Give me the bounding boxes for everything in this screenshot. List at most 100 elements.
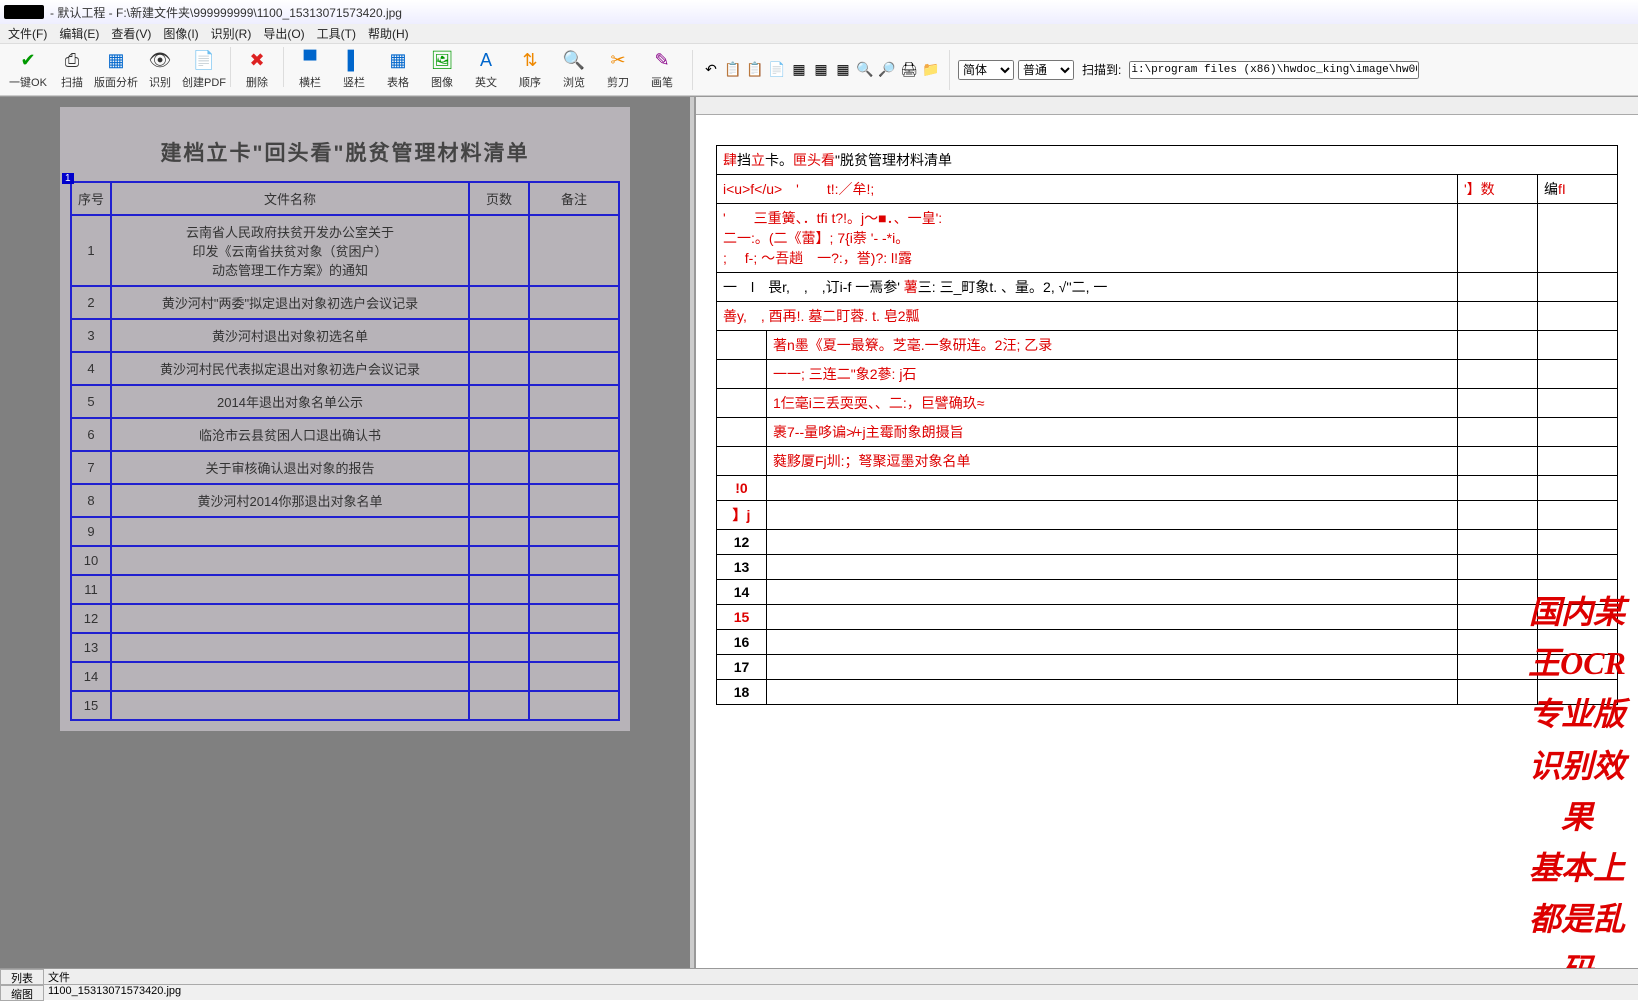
toolbar: ✔一键OK⎙扫描▦版面分析👁识别📄创建PDF✖删除▀横栏▌竖栏▦表格🖼图像A英文… <box>0 44 1638 96</box>
ocr-row-c2: 一 l 畏r, , ,订i-f 一焉参' 薯三: 三_町象t. 、量。2, √'… <box>717 273 1458 302</box>
ocr-num-row: 16 <box>717 630 1618 655</box>
menu-view[interactable]: 查看(V) <box>107 25 155 42</box>
toolbar-识别[interactable]: 👁识别 <box>138 47 182 93</box>
table-row: 4黄沙河村民代表拟定退出对象初选户会议记录 <box>71 352 619 385</box>
th-note: 备注 <box>529 182 619 215</box>
th-pages: 页数 <box>469 182 529 215</box>
识别-icon: 👁 <box>149 50 171 72</box>
ocr-item-row: 裹7--量哆谝≯+j主霉耐象朗摄旨 <box>717 418 1618 447</box>
删除-icon: ✖ <box>246 50 268 72</box>
th-index: 序号 <box>71 182 111 215</box>
small-tool-0[interactable]: ↶ <box>701 60 721 80</box>
toolbar-横栏[interactable]: ▀横栏 <box>288 47 332 93</box>
small-tool-9[interactable]: 🖨 <box>899 60 919 80</box>
toolbar-一键OK[interactable]: ✔一键OK <box>6 47 50 93</box>
scanned-document: 1 建档立卡"回头看"脱贫管理材料清单 序号 文件名称 页数 备注 1云南省人民… <box>60 107 630 731</box>
doc-title: 建档立卡"回头看"脱贫管理材料清单 <box>70 127 620 181</box>
small-tool-1[interactable]: 📋 <box>723 60 743 80</box>
menu-file[interactable]: 文件(F) <box>4 25 51 42</box>
ocr-title: 肆挡立卡。匣头看"脱贫管理材料清单 <box>717 146 1618 175</box>
toolbar-创建PDF[interactable]: 📄创建PDF <box>182 47 226 93</box>
table-row: 52014年退出对象名单公示 <box>71 385 619 418</box>
ocr-num-row: 13 <box>717 555 1618 580</box>
ocr-row-c1: ' 三重簧、．tfi t?!。j～■．、一皇': 二一:。(二《蕾】; 7{i萘… <box>717 204 1458 273</box>
menu-image[interactable]: 图像(I) <box>159 25 202 42</box>
small-tool-2[interactable]: 📋 <box>745 60 765 80</box>
ocr-num-row: 18 <box>717 680 1618 705</box>
ocr-hdr-note: 编fI <box>1538 175 1618 204</box>
ocr-num-row: 17 <box>717 655 1618 680</box>
toolbar-删除[interactable]: ✖删除 <box>235 47 279 93</box>
toolbar-表格[interactable]: ▦表格 <box>376 47 420 93</box>
menu-export[interactable]: 导出(O) <box>259 25 308 42</box>
style-select[interactable]: 普通 <box>1018 60 1074 80</box>
small-tool-5[interactable]: ▦ <box>811 60 831 80</box>
ocr-row-if: i<u>f</u> ' t!:／牟!; <box>717 175 1458 204</box>
menu-bar: 文件(F) 编辑(E) 查看(V) 图像(I) 识别(R) 导出(O) 工具(T… <box>0 24 1638 44</box>
toolbar-剪刀[interactable]: ✂剪刀 <box>596 47 640 93</box>
file-list-item[interactable]: 1100_15313071573420.jpg <box>44 985 1638 1000</box>
th-name: 文件名称 <box>111 182 469 215</box>
title-bar: - 默认工程 - F:\新建文件夹\999999999\1100_1531307… <box>0 0 1638 24</box>
region-marker: 1 <box>62 173 74 184</box>
版面分析-icon: ▦ <box>105 50 127 72</box>
浏览-icon: 🔍 <box>563 50 585 72</box>
right-result-pane[interactable]: 肆挡立卡。匣头看"脱贫管理材料清单 i<u>f</u> ' t!:／牟!; '】… <box>694 97 1638 968</box>
ocr-num-row: !0 <box>717 476 1618 501</box>
toolbar-浏览[interactable]: 🔍浏览 <box>552 47 596 93</box>
toolbar-竖栏[interactable]: ▌竖栏 <box>332 47 376 93</box>
toolbar-版面分析[interactable]: ▦版面分析 <box>94 47 138 93</box>
ocr-item-row: 著n墨《夏一最簝。芝毫.一象研连。2汪; 乙录 <box>717 331 1618 360</box>
横栏-icon: ▀ <box>299 50 321 72</box>
small-tool-10[interactable]: 📁 <box>921 60 941 80</box>
font-select[interactable]: 简体 <box>958 60 1014 80</box>
bottom-panel: 列表 缩图 文件 1100_15313071573420.jpg <box>0 968 1638 1000</box>
ocr-result-table: 肆挡立卡。匣头看"脱贫管理材料清单 i<u>f</u> ' t!:／牟!; '】… <box>716 145 1618 705</box>
table-row: 15 <box>71 691 619 720</box>
small-tool-3[interactable]: 📄 <box>767 60 787 80</box>
ocr-item-row: 一一; 三连二"象2蔘: j石 <box>717 360 1618 389</box>
表格-icon: ▦ <box>387 50 409 72</box>
toolbar-画笔[interactable]: ✎画笔 <box>640 47 684 93</box>
table-row: 12 <box>71 604 619 633</box>
small-tool-7[interactable]: 🔍 <box>855 60 875 80</box>
table-row: 2黄沙河村"两委"拟定退出对象初选户会议记录 <box>71 286 619 319</box>
menu-help[interactable]: 帮助(H) <box>364 25 413 42</box>
file-list-header: 文件 <box>44 969 1638 985</box>
ocr-hdr-pages: '】数 <box>1458 175 1538 204</box>
ocr-num-row: 】j <box>717 501 1618 530</box>
table-row: 6临沧市云县贫困人口退出确认书 <box>71 418 619 451</box>
menu-recognize[interactable]: 识别(R) <box>207 25 256 42</box>
tab-thumb[interactable]: 缩图 <box>0 985 44 1001</box>
ocr-row-c3: 善y, , 酉再!. 墓二盯蓉. t. 皂2瓢 <box>717 302 1458 331</box>
menu-edit[interactable]: 编辑(E) <box>55 25 103 42</box>
main-area: 1 建档立卡"回头看"脱贫管理材料清单 序号 文件名称 页数 备注 1云南省人民… <box>0 96 1638 968</box>
toolbar-顺序[interactable]: ⇅顺序 <box>508 47 552 93</box>
small-tool-6[interactable]: ▦ <box>833 60 853 80</box>
ocr-item-row: 蕤黟厦Fj圳:；弩聚逗墨对象名单 <box>717 447 1618 476</box>
small-tool-4[interactable]: ▦ <box>789 60 809 80</box>
tab-list[interactable]: 列表 <box>0 969 44 985</box>
scan-path-input[interactable] <box>1129 61 1419 79</box>
toolbar-图像[interactable]: 🖼图像 <box>420 47 464 93</box>
table-row: 1云南省人民政府扶贫开发办公室关于 印发《云南省扶贫对象（贫困户） 动态管理工作… <box>71 215 619 286</box>
app-logo <box>4 5 44 19</box>
竖栏-icon: ▌ <box>343 50 365 72</box>
英文-icon: A <box>475 50 497 72</box>
left-image-pane[interactable]: 1 建档立卡"回头看"脱贫管理材料清单 序号 文件名称 页数 备注 1云南省人民… <box>0 97 690 968</box>
table-row: 13 <box>71 633 619 662</box>
画笔-icon: ✎ <box>651 50 673 72</box>
扫描-icon: ⎙ <box>61 50 83 72</box>
ocr-num-row: 12 <box>717 530 1618 555</box>
toolbar-扫描[interactable]: ⎙扫描 <box>50 47 94 93</box>
menu-tools[interactable]: 工具(T) <box>313 25 360 42</box>
table-row: 11 <box>71 575 619 604</box>
scan-to-label: 扫描到: <box>1082 61 1121 78</box>
图像-icon: 🖼 <box>431 50 453 72</box>
table-row: 8黄沙河村2014你那退出对象名单 <box>71 484 619 517</box>
small-tool-8[interactable]: 🔎 <box>877 60 897 80</box>
table-row: 10 <box>71 546 619 575</box>
toolbar-英文[interactable]: A英文 <box>464 47 508 93</box>
顺序-icon: ⇅ <box>519 50 541 72</box>
ocr-num-row: 14 <box>717 580 1618 605</box>
